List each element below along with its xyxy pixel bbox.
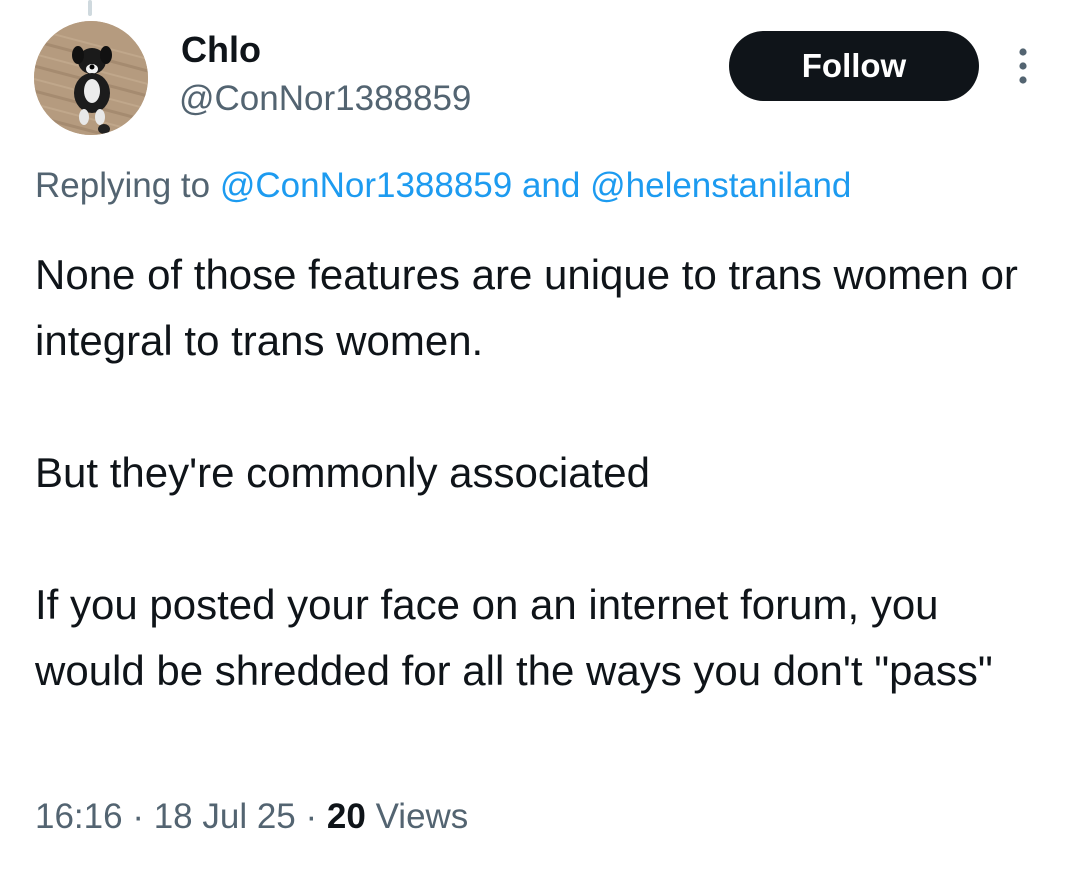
author-display-name[interactable]: Chlo: [181, 29, 261, 71]
tweet-date[interactable]: 18 Jul 25: [154, 797, 296, 836]
meta-separator: ·: [305, 797, 318, 836]
dog-photo-avatar-image: [34, 21, 148, 135]
mention-link-helenstaniland[interactable]: @helenstaniland: [590, 166, 851, 205]
views-count[interactable]: 20: [327, 797, 366, 836]
tweet-time[interactable]: 16:16: [35, 797, 123, 836]
tweet-paragraph: None of those features are unique to tra…: [35, 251, 1018, 364]
meta-separator: ·: [132, 797, 144, 836]
mention-conjunction[interactable]: and: [522, 166, 580, 205]
views-label[interactable]: Views: [376, 797, 469, 836]
follow-button[interactable]: Follow: [729, 31, 979, 101]
tweet-paragraph: If you posted your face on an internet f…: [35, 581, 993, 694]
replying-to-line: Replying to @ConNor1388859 and @helensta…: [35, 164, 851, 208]
avatar[interactable]: [34, 21, 148, 135]
author-handle[interactable]: @ConNor1388859: [179, 78, 471, 120]
tweet-text: None of those features are unique to tra…: [35, 242, 1055, 704]
vertical-ellipsis-icon: [1019, 48, 1027, 84]
thread-connector-line: [88, 0, 92, 16]
replying-to-prefix: Replying to: [35, 166, 211, 205]
tweet-paragraph: But they're commonly associated: [35, 449, 650, 496]
mention-link-connor[interactable]: @ConNor1388859: [220, 166, 512, 205]
tweet-metadata: 16:16 · 18 Jul 25 · 20 Views: [35, 795, 468, 839]
more-options-button[interactable]: [1006, 44, 1040, 88]
